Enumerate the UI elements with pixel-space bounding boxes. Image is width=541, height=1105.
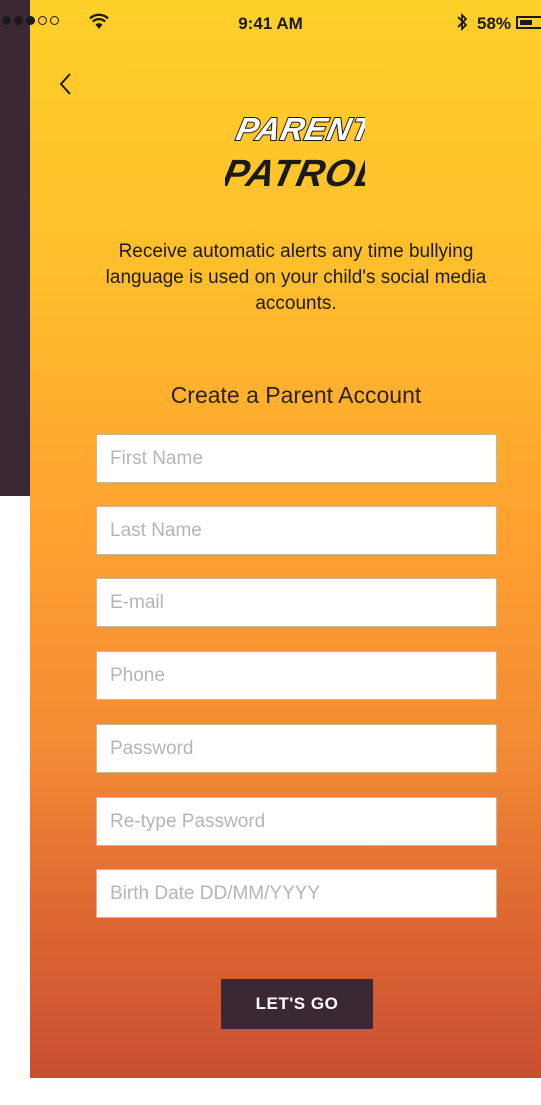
logo-line2: PATROL <box>225 152 365 195</box>
retype-password-input[interactable] <box>96 797 497 846</box>
first-name-input[interactable] <box>96 434 497 483</box>
email-input[interactable] <box>96 578 497 627</box>
status-bar: 9:41 AM 58% <box>0 0 541 46</box>
chevron-left-icon[interactable] <box>56 68 80 100</box>
battery-percent: 58% <box>477 14 512 33</box>
bluetooth-icon <box>457 12 468 32</box>
lets-go-button[interactable]: LET'S GO <box>221 979 373 1029</box>
password-input[interactable] <box>96 724 497 773</box>
battery-icon <box>516 16 541 29</box>
birth-date-input[interactable] <box>96 869 497 918</box>
parent-patrol-logo: PARENT PATROL <box>225 110 365 195</box>
phone-input[interactable] <box>96 651 497 700</box>
tagline: Receive automatic alerts any time bullyi… <box>105 241 487 314</box>
form-title: Create a Parent Account <box>170 382 422 408</box>
last-name-input[interactable] <box>96 506 497 555</box>
logo-line1: PARENT <box>233 111 365 147</box>
